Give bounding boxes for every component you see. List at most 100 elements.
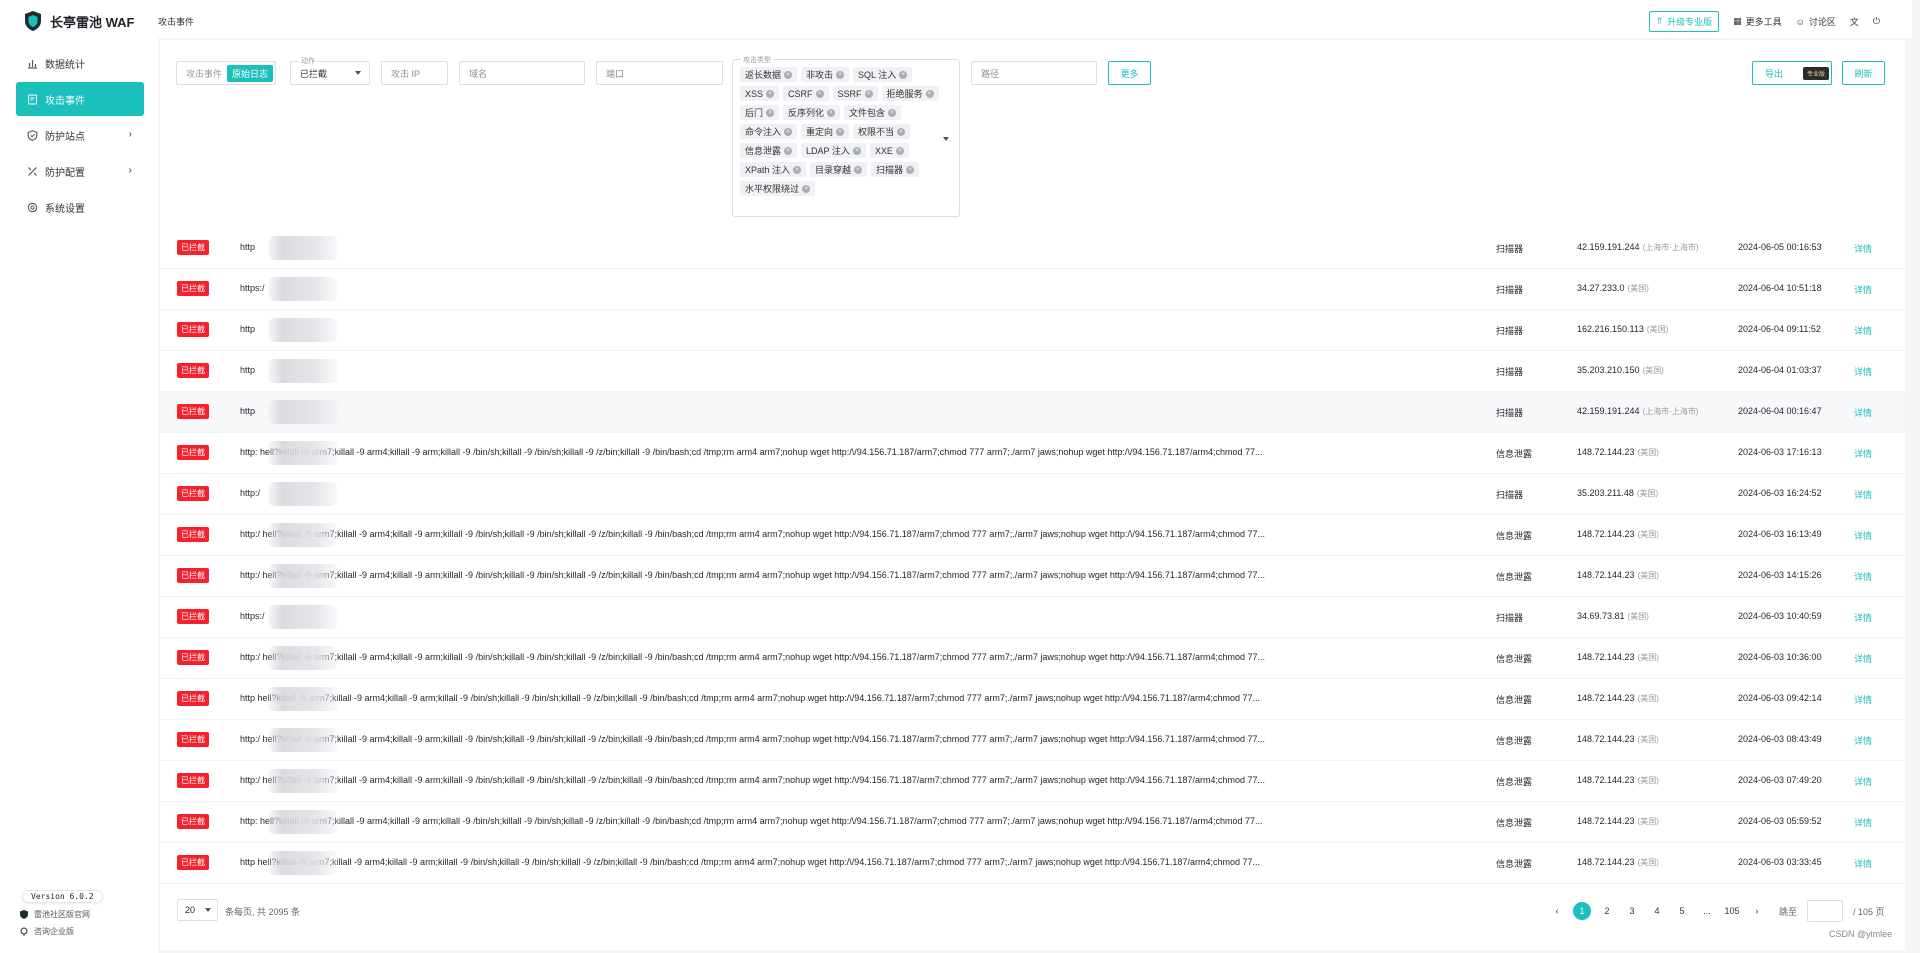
remove-tag-icon[interactable]: × [827,108,836,117]
page-button[interactable]: 105 [1723,902,1741,920]
remove-tag-icon[interactable]: × [895,146,904,155]
detail-link[interactable]: 详情 [1854,324,1872,337]
prev-page-icon[interactable]: ‹ [1548,902,1566,920]
sidebar-item-system-settings[interactable]: 系统设置 [16,190,144,224]
attack-type-tag: 目录穿越 × [810,162,868,177]
remove-tag-icon[interactable]: × [784,70,793,79]
attack-type-tag-label: 权限不当 [858,127,895,137]
page-button[interactable]: 5 [1673,902,1691,920]
logout-button[interactable]: ⏻ [1873,16,1880,27]
table-row[interactable]: 已拦截 http:/ hell?killall -9 arm7;killall -… [160,638,1905,679]
table-row[interactable]: 已拦截 https:/ 扫描器 34.27.233.0 (美国) 2024-06-04 1… [160,269,1905,310]
table-row[interactable]: 已拦截 http 扫描器 35.203.210.150 (美国) 2024-06-04 0… [160,351,1905,392]
detail-link[interactable]: 详情 [1854,242,1872,255]
remove-tag-icon[interactable]: × [906,165,915,174]
more-tools-button[interactable]: ▦ 更多工具 [1733,15,1782,28]
remove-tag-icon[interactable]: × [897,127,906,136]
page-button[interactable]: 1 [1573,902,1591,920]
detail-link[interactable]: 详情 [1854,570,1872,583]
remove-tag-icon[interactable]: × [864,89,873,98]
table-row[interactable]: 已拦截 http 扫描器 42.159.191.244 (上海市-上海市) 2024-06… [160,392,1905,433]
table-row[interactable]: 已拦截 http 扫描器 162.216.150.113 (美国) 2024-06-04 … [160,310,1905,351]
remove-tag-icon[interactable]: × [784,146,793,155]
table-row[interactable]: 已拦截 http:/ hell?killall -9 arm7;killall -… [160,720,1905,761]
detail-link[interactable]: 详情 [1854,816,1872,829]
table-row[interactable]: 已拦截 http: hell?killall -9 arm7;killall -9… [160,433,1905,474]
port-input[interactable]: 端口 [596,61,723,85]
remove-tag-icon[interactable]: × [899,70,908,79]
export-button[interactable]: 导出 专业版 [1752,61,1832,85]
page-button[interactable]: 4 [1648,902,1666,920]
table-row[interactable]: 已拦截 http: hell?killall -9 arm7;killall -9… [160,802,1905,843]
sidebar-item-protected-sites[interactable]: 防护站点 › [16,118,144,152]
sidebar-item-attack-events[interactable]: 攻击事件 [16,82,144,116]
attack-type-tag: 返长数据 × [740,67,798,82]
page-button[interactable]: 2 [1598,902,1616,920]
upgrade-button[interactable]: ⇑ 升级专业版 [1648,11,1720,32]
detail-link[interactable]: 详情 [1854,734,1872,747]
remove-tag-icon[interactable]: × [802,184,811,193]
toggle-raw-logs[interactable]: 原始日志 [227,64,274,82]
sidebar-item-protection-config[interactable]: 防护配置 › [16,154,144,188]
community-link[interactable]: 雷池社区版官网 [20,909,103,920]
attack-ip-input[interactable]: 攻击 IP [381,61,448,85]
table-row[interactable]: 已拦截 http hell?killall -9 arm7;killall -9 … [160,843,1905,884]
attack-type-select[interactable]: 攻击类型 返长数据 × 非攻击 × SQL 注入 × XSS × CSRF × SSRF × 拒绝服务 ×… [732,55,960,217]
brand[interactable]: 长亭雷池 WAF [24,11,135,31]
remove-tag-icon[interactable]: × [925,89,934,98]
remove-tag-icon[interactable]: × [784,127,793,136]
enterprise-link[interactable]: 咨询企业版 [20,926,103,937]
remove-tag-icon[interactable]: × [836,70,845,79]
page-ellipsis[interactable]: ... [1698,902,1716,920]
remove-tag-icon[interactable]: × [836,127,845,136]
ip-address: 42.159.191.244 [1577,242,1640,252]
domain-input[interactable]: 域名 [459,61,585,85]
table-row[interactable]: 已拦截 http:/ hell?killall -9 arm7;killall -… [160,515,1905,556]
detail-link[interactable]: 详情 [1854,406,1872,419]
path-input[interactable]: 路径 [971,61,1097,85]
page-size-select[interactable]: 20 [177,899,218,921]
refresh-button[interactable]: 刷新 [1842,61,1885,85]
table-row[interactable]: 已拦截 http 扫描器 42.159.191.244 (上海市-上海市) 2024-06… [160,228,1905,269]
action-select[interactable]: 动作 已拦截 [290,56,370,85]
document-icon [26,93,38,105]
event-log-toggle[interactable]: 攻击事件 原始日志 [176,61,276,85]
detail-link[interactable]: 详情 [1854,529,1872,542]
more-filters-button[interactable]: 更多 [1108,61,1151,85]
table-row[interactable]: 已拦截 https:/ 扫描器 34.69.73.81 (美国) 2024-06-03 1… [160,597,1905,638]
remove-tag-icon[interactable]: × [815,89,824,98]
detail-link[interactable]: 详情 [1854,488,1872,501]
table-row[interactable]: 已拦截 http:/ hell?killall -9 arm7;killall -… [160,556,1905,597]
forum-button[interactable]: ☺ 讨论区 [1796,15,1836,28]
detail-link[interactable]: 详情 [1854,693,1872,706]
jump-page-input[interactable] [1807,900,1844,922]
blocked-badge: 已拦截 [177,609,209,624]
remove-tag-icon[interactable]: × [766,108,775,117]
toggle-attack-events[interactable]: 攻击事件 [186,67,222,80]
detail-link[interactable]: 详情 [1854,857,1872,870]
remove-tag-icon[interactable]: × [854,165,863,174]
remove-tag-icon[interactable]: × [766,89,775,98]
attack-type-tag-label: 反序列化 [788,108,825,118]
table-row[interactable]: 已拦截 http:/ hell?killall -9 arm7;killall -… [160,761,1905,802]
detail-link[interactable]: 详情 [1854,775,1872,788]
remove-tag-icon[interactable]: × [852,146,861,155]
detail-link[interactable]: 详情 [1854,611,1872,624]
blocked-badge: 已拦截 [177,732,209,747]
table-row[interactable]: 已拦截 http hell?killall -9 arm7;killall -9 … [160,679,1905,720]
remove-tag-icon[interactable]: × [793,165,802,174]
path-placeholder: 路径 [981,68,1000,79]
page-button[interactable]: 3 [1623,902,1641,920]
scrollbar[interactable] [1912,0,1920,953]
detail-link[interactable]: 详情 [1854,365,1872,378]
next-page-icon[interactable]: › [1748,902,1766,920]
translate-button[interactable]: 文 [1850,15,1859,28]
attack-type: 信息泄露 [1496,654,1533,664]
ip-location: (美国) [1637,776,1659,785]
sidebar-item-stats[interactable]: 数据统计 [16,46,144,80]
detail-link[interactable]: 详情 [1854,283,1872,296]
remove-tag-icon[interactable]: × [888,108,897,117]
table-row[interactable]: 已拦截 http:/ 扫描器 35.203.211.48 (美国) 2024-06-03 … [160,474,1905,515]
detail-link[interactable]: 详情 [1854,447,1872,460]
detail-link[interactable]: 详情 [1854,652,1872,665]
